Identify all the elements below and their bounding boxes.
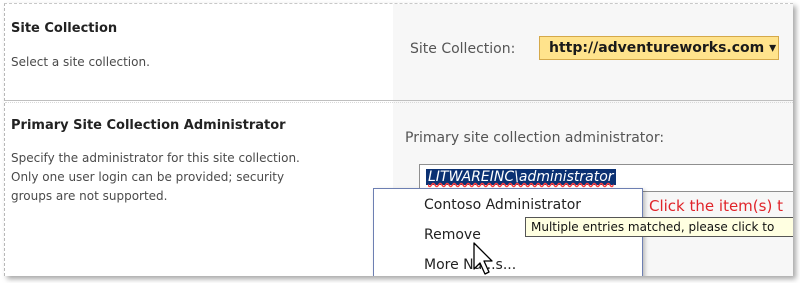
section-divider-dotted [5, 102, 793, 103]
admin-section-title: Primary Site Collection Administrator [11, 118, 286, 133]
description-line: Only one user login can be provided; sec… [11, 170, 285, 184]
site-collection-value: http://adventureworks.com [549, 40, 765, 56]
admin-section-description: Specify the administrator for this site … [11, 149, 300, 206]
description-line: groups are not supported. [11, 189, 168, 203]
section-divider [5, 100, 793, 101]
site-collection-title: Site Collection [11, 21, 118, 36]
menu-item-contoso-administrator[interactable]: Contoso Administrator [424, 197, 581, 213]
chevron-down-icon: ▾ [769, 40, 777, 56]
admin-field-label: Primary site collection administrator: [405, 130, 665, 146]
admin-input-value[interactable]: LITWAREINC\administrator [426, 169, 616, 185]
description-line: Specify the administrator for this site … [11, 151, 300, 165]
site-collection-label: Site Collection: [410, 41, 516, 57]
screenshot-frame: Site Collection Select a site collection… [4, 3, 793, 276]
site-collection-select[interactable]: http://adventureworks.com ▾ [539, 36, 779, 60]
pointer-cursor-icon [473, 242, 493, 275]
site-collection-description: Select a site collection. [11, 55, 150, 69]
validation-error: Click the item(s) t [649, 197, 783, 215]
tooltip: Multiple entries matched, please click t… [525, 217, 793, 237]
